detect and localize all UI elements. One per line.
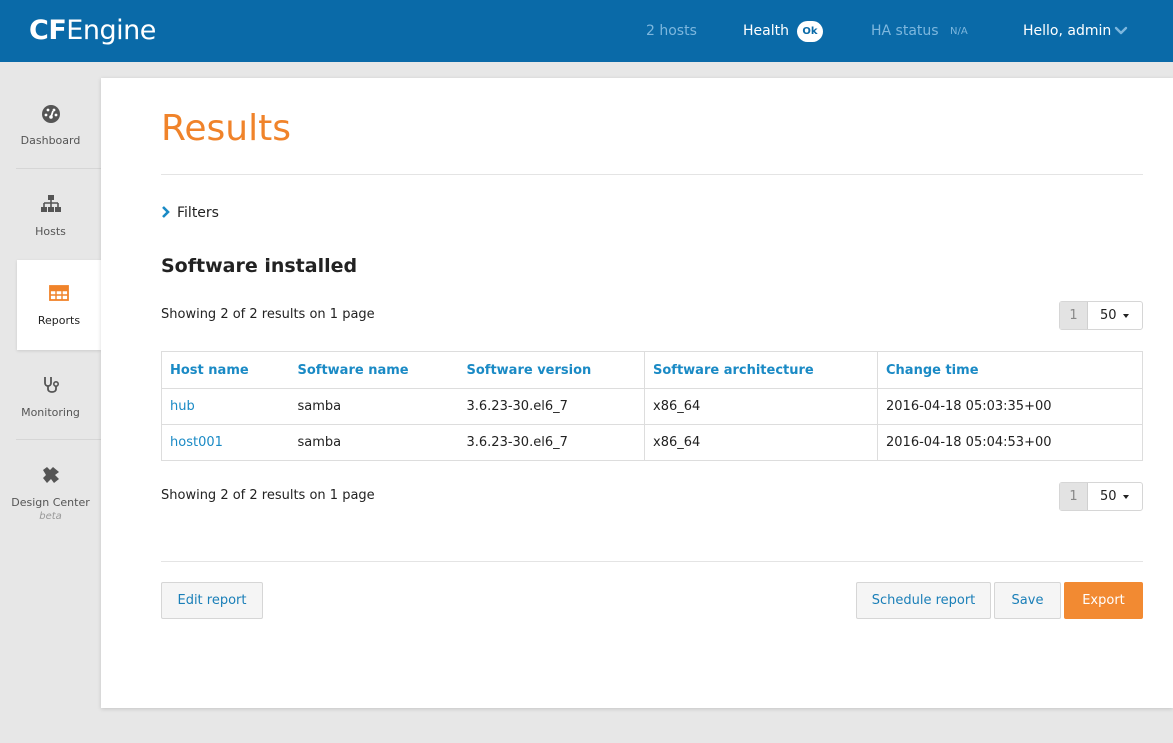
logo-bold-text: CF bbox=[29, 15, 67, 46]
sitemap-icon bbox=[40, 195, 61, 212]
per-page-select[interactable]: 50 bbox=[1100, 483, 1117, 510]
cfengine-logo[interactable]: CFEngine bbox=[29, 15, 156, 47]
table-cell: 3.6.23-30.el6_7 bbox=[458, 388, 645, 425]
results-panel: Results Filters Software installed Showi… bbox=[101, 78, 1173, 708]
sidebar-divider bbox=[16, 439, 101, 440]
column-header-software-version[interactable]: Software version bbox=[458, 351, 645, 389]
dashboard-gauge-icon bbox=[41, 105, 60, 123]
filters-toggle[interactable]: Filters bbox=[161, 205, 219, 221]
column-header-software-architecture[interactable]: Software architecture bbox=[644, 351, 878, 389]
sidebar-item-label: Hosts bbox=[35, 225, 66, 238]
column-header-software-name[interactable]: Software name bbox=[289, 351, 459, 389]
sidebar-item-label: Dashboard bbox=[20, 134, 81, 147]
sidebar: Dashboard Hosts Reports Monitoring Desig… bbox=[0, 62, 101, 743]
save-button[interactable]: Save bbox=[994, 582, 1061, 619]
report-section-title: Software installed bbox=[161, 255, 358, 277]
sidebar-item-reports[interactable]: Reports bbox=[17, 260, 101, 350]
page-number-button[interactable]: 1 bbox=[1060, 302, 1088, 329]
results-table: Host name Software name Software version… bbox=[161, 351, 1143, 461]
sidebar-item-label: Monitoring bbox=[21, 406, 80, 419]
filters-label: Filters bbox=[177, 205, 219, 221]
column-header-host-name[interactable]: Host name bbox=[161, 351, 290, 389]
health-ok-badge[interactable]: Ok bbox=[797, 21, 823, 42]
host-link[interactable]: hub bbox=[161, 388, 290, 425]
sidebar-item-dashboard[interactable]: Dashboard bbox=[0, 102, 101, 147]
actions-divider bbox=[161, 561, 1143, 562]
edit-report-button[interactable]: Edit report bbox=[161, 582, 263, 619]
title-divider bbox=[161, 174, 1143, 175]
per-page-select[interactable]: 50 bbox=[1100, 302, 1117, 329]
export-button[interactable]: Export bbox=[1064, 582, 1143, 619]
ha-status-value: N/A bbox=[950, 26, 968, 37]
table-row: hub samba 3.6.23-30.el6_7 x86_64 2016-04… bbox=[161, 388, 1143, 425]
schedule-report-button[interactable]: Schedule report bbox=[856, 582, 991, 619]
caret-down-icon[interactable] bbox=[1123, 314, 1129, 318]
hosts-count-link[interactable]: 2 hosts bbox=[646, 23, 697, 39]
sidebar-item-design-center[interactable]: Design Center beta bbox=[0, 464, 101, 522]
chevron-down-icon[interactable] bbox=[1114, 24, 1128, 38]
ha-status-label[interactable]: HA status bbox=[871, 23, 939, 39]
sidebar-item-label: Design Center bbox=[11, 496, 90, 509]
table-cell: 2016-04-18 05:03:35+00 bbox=[877, 388, 1143, 425]
table-icon bbox=[49, 285, 69, 301]
caret-down-icon[interactable] bbox=[1123, 495, 1129, 499]
table-row: host001 samba 3.6.23-30.el6_7 x86_64 201… bbox=[161, 424, 1143, 461]
table-cell: samba bbox=[289, 388, 459, 425]
sidebar-item-monitoring[interactable]: Monitoring bbox=[0, 374, 101, 419]
column-header-change-time[interactable]: Change time bbox=[877, 351, 1143, 389]
chevron-right-icon bbox=[162, 206, 170, 218]
page-number-button[interactable]: 1 bbox=[1060, 483, 1088, 510]
user-menu[interactable]: Hello, admin bbox=[1023, 23, 1111, 39]
stethoscope-icon bbox=[43, 377, 59, 393]
table-cell: samba bbox=[289, 424, 459, 461]
health-label[interactable]: Health bbox=[743, 23, 789, 39]
results-summary: Showing 2 of 2 results on 1 page bbox=[161, 307, 375, 322]
beta-label: beta bbox=[39, 511, 62, 522]
puzzle-icon bbox=[42, 467, 59, 483]
results-summary-bottom: Showing 2 of 2 results on 1 page bbox=[161, 488, 375, 503]
pagination: 1 50 bbox=[1059, 301, 1143, 330]
table-cell: x86_64 bbox=[644, 388, 878, 425]
table-cell: 2016-04-18 05:04:53+00 bbox=[877, 424, 1143, 461]
page-title: Results bbox=[161, 108, 291, 149]
table-header-row: Host name Software name Software version… bbox=[161, 351, 1143, 389]
table-cell: x86_64 bbox=[644, 424, 878, 461]
table-cell: 3.6.23-30.el6_7 bbox=[458, 424, 645, 461]
host-link[interactable]: host001 bbox=[161, 424, 290, 461]
logo-light-text: Engine bbox=[66, 15, 156, 46]
pagination-bottom: 1 50 bbox=[1059, 482, 1143, 511]
sidebar-divider bbox=[16, 168, 101, 169]
sidebar-item-hosts[interactable]: Hosts bbox=[0, 193, 101, 238]
sidebar-item-label: Reports bbox=[37, 314, 81, 327]
top-bar: CFEngine 2 hosts Health Ok HA status N/A… bbox=[0, 0, 1173, 62]
